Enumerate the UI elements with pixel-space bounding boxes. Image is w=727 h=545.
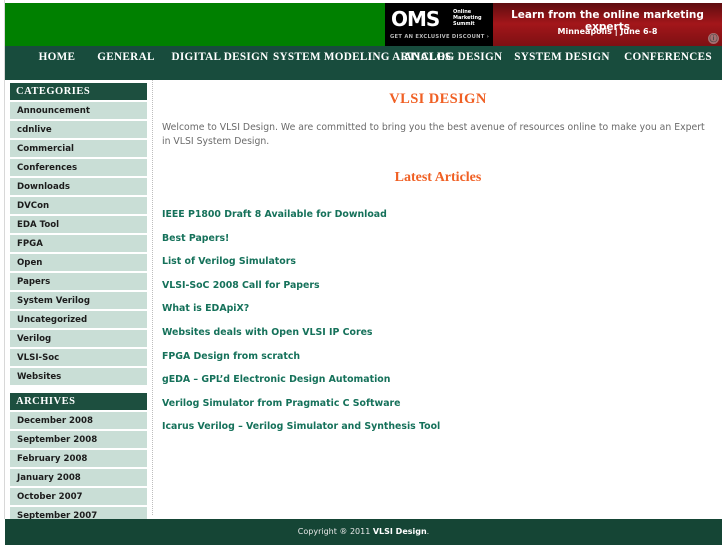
copyright-site-name: VLSI Design [372, 527, 427, 536]
category-item-eda-tool[interactable]: EDA Tool [10, 215, 147, 233]
page-title: VLSI DESIGN [389, 91, 487, 107]
article-link-7[interactable]: FPGA Design from scratch [162, 351, 300, 362]
article-link-3[interactable]: List of Verilog Simulators [162, 256, 296, 267]
page-root: OMS Online Marketing Summit GET AN EXCLU… [0, 0, 727, 545]
article-list-item: gEDA – GPL’d Electronic Design Automatio… [162, 367, 714, 391]
category-item-verilog[interactable]: Verilog [10, 329, 147, 347]
category-item-papers[interactable]: Papers [10, 272, 147, 290]
article-link-4[interactable]: VLSI-SoC 2008 Call for Papers [162, 280, 320, 291]
widget-title-categories: CATEGORIES [10, 83, 147, 100]
ad-logo-subline-3: Summit [453, 21, 475, 28]
category-item-downloads[interactable]: Downloads [10, 177, 147, 195]
nav-item-analog-design[interactable]: ANALOG DESIGN [398, 50, 508, 64]
nav-item-conferences[interactable]: CONFERENCES [616, 50, 720, 64]
ad-logo-text: OMS [391, 7, 440, 31]
nav-items-row: HOME GENERAL DIGITAL DESIGN SYSTEM MODELING… [5, 46, 722, 80]
article-link-5[interactable]: What is EDApiX? [162, 303, 249, 314]
site-logo-banner [5, 3, 385, 46]
article-list-item: Best Papers! [162, 226, 714, 250]
article-list-item: IEEE P1800 Draft 8 Available for Downloa… [162, 202, 714, 226]
ad-discount-link[interactable]: GET AN EXCLUSIVE DISCOUNT › [390, 34, 489, 40]
category-item-announcement[interactable]: Announcement [10, 101, 147, 119]
latest-articles-heading: Latest Articles [394, 170, 482, 185]
copyright-suffix: . [426, 527, 430, 536]
ad-subline: Minneapolis | June 6-8 [557, 27, 658, 36]
copyright-prefix: Copyright ® 2011 [297, 527, 373, 536]
latest-articles-list: IEEE P1800 Draft 8 Available for Downloa… [162, 202, 714, 438]
nav-item-system-design[interactable]: SYSTEM DESIGN [508, 50, 616, 64]
archive-item-january-2008[interactable]: January 2008 [10, 468, 147, 486]
site-footer: Copyright ® 2011 VLSI Design. [5, 519, 722, 545]
categories-list: Announcement cdnlive Commercial Conferences… [5, 101, 152, 385]
article-link-1[interactable]: IEEE P1800 Draft 8 Available for Downloa… [162, 209, 387, 220]
ad-logo-subtext: Online Marketing Summit [453, 9, 482, 28]
category-item-system-verilog[interactable]: System Verilog [10, 291, 147, 309]
site-header: OMS Online Marketing Summit GET AN EXCLU… [5, 3, 722, 46]
article-list-item: Icarus Verilog – Verilog Simulator and S… [162, 414, 714, 438]
ad-message-panel[interactable]: Learn from the online marketing experts … [493, 3, 722, 46]
main-content: VLSI DESIGN Welcome to VLSI Design. We a… [154, 80, 722, 515]
category-item-conferences[interactable]: Conferences [10, 158, 147, 176]
category-item-vlsi-soc[interactable]: VLSI-Soc [10, 348, 147, 366]
category-item-cdnlive[interactable]: cdnlive [10, 120, 147, 138]
nav-item-system-modeling-articles[interactable]: SYSTEM MODELING ARTICLES [273, 50, 451, 64]
nav-item-home[interactable]: HOME [27, 50, 87, 64]
archives-list: December 2008 September 2008 February 2008… [5, 411, 152, 524]
main-navigation: HOME GENERAL DIGITAL DESIGN SYSTEM MODELING… [5, 46, 722, 80]
intro-paragraph: Welcome to VLSI Design. We are committed… [162, 122, 705, 147]
category-item-commercial[interactable]: Commercial [10, 139, 147, 157]
widget-categories: CATEGORIES Announcement cdnlive Commercial… [5, 83, 152, 385]
article-link-9[interactable]: Verilog Simulator from Pragmatic C Softw… [162, 398, 401, 409]
widget-archives: ARCHIVES December 2008 September 2008 Febr… [5, 393, 152, 524]
archive-item-september-2008[interactable]: September 2008 [10, 430, 147, 448]
category-item-open[interactable]: Open [10, 253, 147, 271]
site-logo[interactable] [5, 3, 385, 46]
article-list-item: Websites deals with Open VLSI IP Cores [162, 320, 714, 344]
archive-item-february-2008[interactable]: February 2008 [10, 449, 147, 467]
article-link-6[interactable]: Websites deals with Open VLSI IP Cores [162, 327, 373, 338]
article-link-2[interactable]: Best Papers! [162, 233, 229, 244]
category-item-websites[interactable]: Websites [10, 367, 147, 385]
nav-item-general[interactable]: GENERAL [91, 50, 161, 64]
article-list-item: Verilog Simulator from Pragmatic C Softw… [162, 391, 714, 415]
advertisement-banner[interactable]: OMS Online Marketing Summit GET AN EXCLU… [385, 3, 722, 46]
archive-item-october-2007[interactable]: October 2007 [10, 487, 147, 505]
article-list-item: VLSI-SoC 2008 Call for Papers [162, 273, 714, 297]
copyright-text: Copyright ® 2011 VLSI Design. [5, 527, 722, 536]
sidebar: CATEGORIES Announcement cdnlive Commercial… [5, 80, 153, 524]
article-link-8[interactable]: gEDA – GPL’d Electronic Design Automatio… [162, 374, 390, 385]
category-item-dvcon[interactable]: DVCon [10, 196, 147, 214]
nav-item-digital-design[interactable]: DIGITAL DESIGN [165, 50, 275, 64]
article-list-item: List of Verilog Simulators [162, 249, 714, 273]
adchoices-icon[interactable]: ⓘ [708, 33, 719, 44]
body-area: CATEGORIES Announcement cdnlive Commercial… [5, 80, 722, 524]
article-list-item: What is EDApiX? [162, 296, 714, 320]
category-item-fpga[interactable]: FPGA [10, 234, 147, 252]
article-list-item: FPGA Design from scratch [162, 344, 714, 368]
article-link-10[interactable]: Icarus Verilog – Verilog Simulator and S… [162, 421, 440, 432]
widget-title-archives: ARCHIVES [10, 393, 147, 410]
ad-logo-panel: OMS Online Marketing Summit GET AN EXCLU… [385, 3, 493, 46]
category-item-uncategorized[interactable]: Uncategorized [10, 310, 147, 328]
archive-item-december-2008[interactable]: December 2008 [10, 411, 147, 429]
